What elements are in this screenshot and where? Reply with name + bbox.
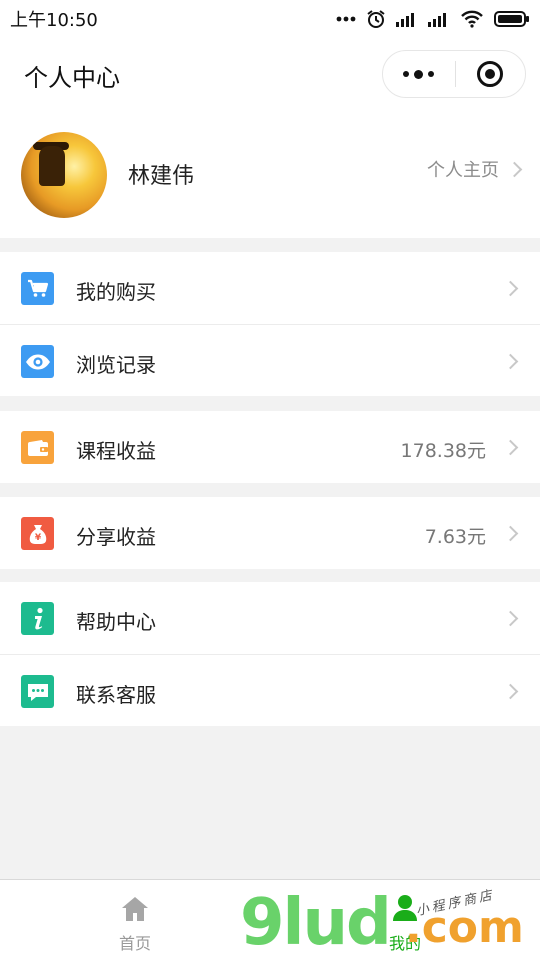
status-bar: 上午10:50 — [0, 0, 540, 38]
chevron-right-icon — [506, 161, 523, 177]
chevron-right-icon — [502, 439, 519, 456]
tab-mine-label: 我的 — [388, 934, 421, 953]
menu-label: 浏览记录 — [76, 353, 156, 377]
menu-group-records: 我的购买 浏览记录 — [0, 252, 540, 396]
miniprogram-capsule — [382, 50, 526, 98]
close-button[interactable] — [456, 51, 526, 97]
menu-group-course-income: 课程收益 178.38元 — [0, 411, 540, 483]
tab-home-label: 首页 — [118, 934, 151, 953]
chat-icon — [21, 675, 54, 708]
status-time: 上午10:50 — [10, 10, 98, 31]
menu-label: 分享收益 — [76, 525, 156, 549]
more-dot-icon — [428, 71, 435, 77]
course-income-value: 178.38元 — [400, 440, 486, 462]
chevron-right-icon — [502, 353, 519, 370]
menu-label: 我的购买 — [76, 280, 156, 304]
menu-group-support: 帮助中心 联系客服 — [0, 582, 540, 726]
money-bag-icon: ¥ — [21, 517, 54, 550]
tab-home[interactable]: 首页 — [0, 880, 270, 960]
share-income-value: 7.63元 — [424, 526, 486, 548]
menu-item-share-income[interactable]: ¥ 分享收益 7.63元 — [0, 497, 540, 569]
chevron-right-icon — [502, 683, 519, 700]
nav-bar: 个人中心 — [0, 38, 540, 110]
user-name: 林建伟 — [128, 164, 195, 189]
page-title: 个人中心 — [24, 64, 120, 92]
more-dot-icon — [414, 69, 424, 79]
chevron-right-icon — [502, 610, 519, 627]
menu-item-help[interactable]: 帮助中心 — [0, 582, 540, 654]
menu-group-share-income: ¥ 分享收益 7.63元 — [0, 497, 540, 569]
status-icons — [336, 9, 530, 29]
home-icon — [122, 897, 148, 921]
chevron-right-icon — [502, 280, 519, 297]
tab-bar: 首页 我的 — [0, 879, 540, 960]
eye-icon — [21, 345, 54, 378]
person-icon — [393, 895, 417, 921]
avatar[interactable] — [21, 132, 107, 218]
menu-item-support[interactable]: 联系客服 — [0, 654, 540, 726]
chevron-right-icon — [502, 525, 519, 542]
more-dots-icon — [336, 16, 356, 22]
battery-icon — [494, 11, 529, 27]
more-dot-icon — [403, 71, 410, 77]
menu-item-history[interactable]: 浏览记录 — [0, 324, 540, 396]
menu-label: 课程收益 — [76, 439, 156, 463]
menu-item-course-income[interactable]: 课程收益 178.38元 — [0, 411, 540, 483]
cart-icon — [21, 272, 54, 305]
homepage-link[interactable]: 个人主页 — [427, 156, 523, 182]
tab-mine[interactable]: 我的 — [270, 880, 540, 960]
menu-label: 联系客服 — [76, 683, 156, 707]
wallet-icon — [21, 431, 54, 464]
signal-icon-2 — [428, 13, 446, 27]
menu-label: 帮助中心 — [76, 610, 156, 634]
info-icon — [21, 602, 54, 635]
profile-card[interactable]: 林建伟 个人主页 — [0, 110, 540, 238]
homepage-label: 个人主页 — [427, 160, 499, 181]
svg-text:¥: ¥ — [34, 533, 41, 543]
wifi-icon — [461, 10, 483, 28]
menu-item-purchases[interactable]: 我的购买 — [0, 252, 540, 324]
signal-icon — [396, 13, 414, 27]
alarm-icon — [367, 10, 385, 28]
more-button[interactable] — [383, 51, 455, 97]
target-icon — [477, 61, 504, 87]
